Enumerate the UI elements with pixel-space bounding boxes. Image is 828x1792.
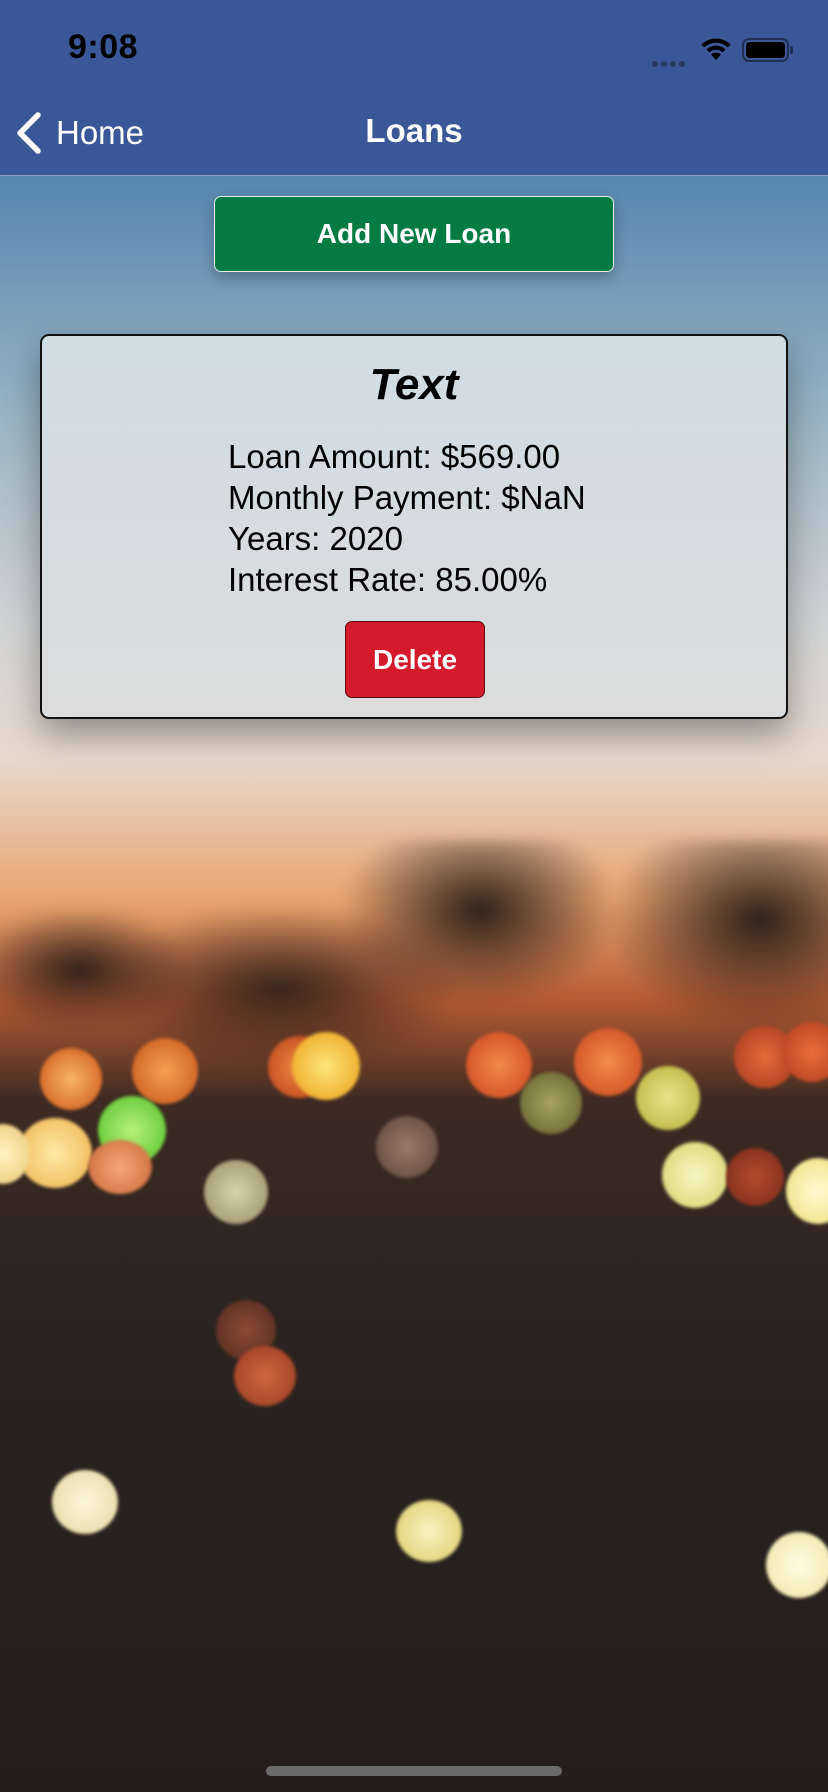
back-button-label: Home — [56, 114, 145, 151]
navigation-bar: Home Loans — [0, 96, 828, 176]
interest-rate: Interest Rate: 85.00% — [228, 561, 548, 598]
loan-title: Text — [369, 360, 459, 409]
loan-card: Text Loan Amount: $569.00 Monthly Paymen… — [40, 334, 788, 719]
background-skyline — [0, 840, 828, 1100]
bokeh-light — [376, 1116, 438, 1178]
chevron-left-icon — [17, 112, 41, 154]
bokeh-light — [574, 1028, 642, 1096]
loan-details: Loan Amount: $569.00 Monthly Payment: $N… — [228, 436, 586, 600]
add-new-loan-button[interactable]: Add New Loan — [214, 196, 614, 272]
home-indicator[interactable] — [266, 1766, 562, 1776]
status-bar: 9:08 — [0, 0, 828, 96]
status-time: 9:08 — [68, 28, 139, 66]
battery-icon — [742, 38, 793, 62]
bokeh-light — [520, 1072, 582, 1134]
wifi-icon — [701, 38, 731, 60]
bokeh-light — [234, 1346, 296, 1406]
loan-amount: Loan Amount: $569.00 — [228, 438, 561, 475]
bokeh-light — [466, 1032, 532, 1098]
delete-loan-button[interactable]: Delete — [345, 621, 485, 698]
bokeh-light — [766, 1532, 828, 1598]
bokeh-light — [726, 1148, 784, 1206]
bokeh-light — [292, 1032, 360, 1100]
loan-years: Years: 2020 — [228, 520, 403, 557]
bokeh-light — [396, 1500, 462, 1562]
monthly-payment: Monthly Payment: $NaN — [228, 479, 586, 516]
back-button[interactable]: Home — [14, 108, 144, 158]
bokeh-light — [636, 1066, 700, 1130]
bokeh-light — [204, 1160, 268, 1224]
bokeh-light — [40, 1048, 102, 1110]
signal-dots-icon — [652, 54, 690, 67]
bokeh-light — [662, 1142, 728, 1208]
bokeh-light — [88, 1140, 152, 1194]
bokeh-light — [132, 1038, 198, 1104]
bokeh-light — [52, 1470, 118, 1534]
